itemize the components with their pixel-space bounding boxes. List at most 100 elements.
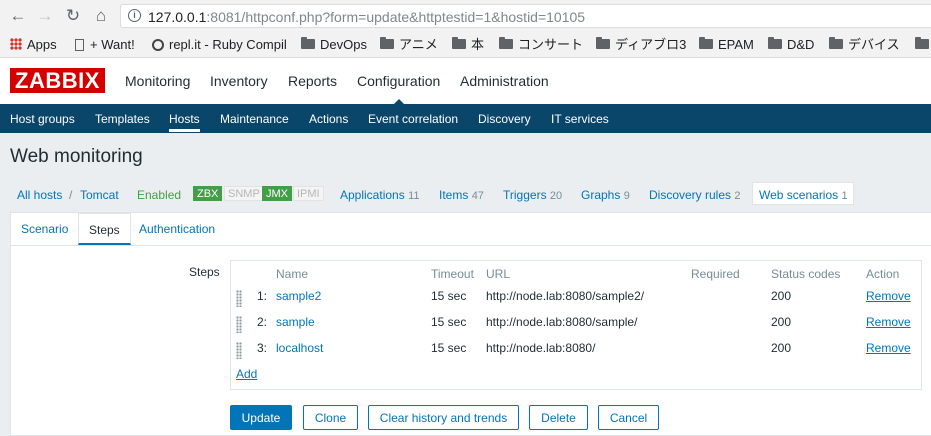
drag-handle-icon[interactable]: [236, 316, 242, 333]
bookmark-devices[interactable]: デバイス: [829, 36, 900, 53]
graphs-label[interactable]: Graphs: [581, 188, 620, 202]
items-count: 47: [471, 190, 484, 202]
triggers-link[interactable]: Triggers 20: [503, 188, 562, 202]
column-header-timeout: Timeout: [431, 267, 474, 281]
step-status-codes: 200: [771, 315, 792, 329]
bookmark-dnd[interactable]: D&D: [768, 36, 814, 53]
items-link[interactable]: Items 47: [439, 188, 484, 202]
remove-step-button[interactable]: Remove: [866, 315, 911, 329]
subnav-discovery[interactable]: Discovery: [478, 112, 531, 126]
host-navigation: All hosts / Tomcat Enabled ZBX SNMP JMX …: [0, 180, 931, 208]
column-header-name: Name: [276, 267, 309, 281]
delete-button[interactable]: Delete: [529, 405, 588, 430]
folder-icon: [499, 37, 513, 49]
site-info-icon[interactable]: i: [128, 9, 141, 22]
browser-toolbar: ← → ↻ ⌂ i 127.0.0.1:8081/httpconf.php?fo…: [0, 0, 931, 32]
step-name-link[interactable]: sample2: [276, 289, 321, 303]
discovery-rules-link[interactable]: Discovery rules 2: [649, 188, 741, 202]
bookmark-concert[interactable]: コンサート: [499, 36, 583, 53]
address-bar[interactable]: i 127.0.0.1:8081/httpconf.php?form=updat…: [120, 4, 931, 28]
all-hosts-link[interactable]: All hosts: [17, 188, 62, 202]
menu-monitoring[interactable]: Monitoring: [125, 73, 190, 89]
bookmark-diablo3[interactable]: ディアブロ3: [596, 36, 686, 53]
folder-icon: [452, 37, 466, 49]
folder-icon: [829, 37, 843, 49]
host-tomcat-link[interactable]: Tomcat: [80, 188, 119, 202]
reload-icon[interactable]: ↻: [63, 6, 83, 26]
host-status-enabled[interactable]: Enabled: [137, 188, 181, 202]
bookmark-overflow[interactable]: [915, 36, 931, 53]
menu-inventory[interactable]: Inventory: [210, 73, 268, 89]
subnav-actions[interactable]: Actions: [309, 112, 348, 126]
step-name-link[interactable]: sample: [276, 315, 315, 329]
web-scenarios-count: 1: [841, 190, 848, 202]
apps-grid-icon: [10, 38, 22, 50]
cancel-button[interactable]: Cancel: [598, 405, 659, 430]
remove-step-button[interactable]: Remove: [866, 289, 911, 303]
triggers-label[interactable]: Triggers: [503, 188, 547, 202]
page-icon: [75, 39, 84, 51]
subnav-it-services[interactable]: IT services: [551, 112, 609, 126]
tab-steps[interactable]: Steps: [78, 213, 131, 245]
folder-icon: [699, 37, 713, 49]
bookmark-books[interactable]: 本: [452, 36, 484, 53]
availability-snmp: SNMP: [224, 186, 264, 201]
web-scenarios-link[interactable]: Web scenarios 1: [759, 188, 848, 202]
graphs-link[interactable]: Graphs 9: [581, 188, 630, 202]
discovery-rules-count: 2: [734, 190, 741, 202]
triggers-count: 20: [549, 190, 563, 202]
discovery-rules-label[interactable]: Discovery rules: [649, 188, 731, 202]
bookmark-want[interactable]: + Want!: [75, 36, 135, 53]
step-name-link[interactable]: localhost: [276, 341, 323, 355]
items-label[interactable]: Items: [439, 188, 468, 202]
subnav-maintenance[interactable]: Maintenance: [220, 112, 289, 126]
address-url: 127.0.0.1:8081/httpconf.php?form=update&…: [148, 9, 586, 25]
subnav-templates[interactable]: Templates: [95, 112, 150, 126]
tab-authentication[interactable]: Authentication: [139, 222, 215, 236]
availability-zbx: ZBX: [193, 186, 223, 201]
applications-link[interactable]: Applications 11: [340, 188, 419, 202]
zabbix-logo[interactable]: ZABBIX: [10, 68, 105, 93]
column-header-required: Required: [691, 267, 740, 281]
sub-navigation: Host groups Templates Hosts Maintenance …: [0, 104, 931, 133]
menu-configuration[interactable]: Configuration: [357, 73, 440, 105]
menu-reports[interactable]: Reports: [288, 73, 337, 89]
menu-administration[interactable]: Administration: [460, 73, 549, 89]
column-header-url: URL: [486, 267, 511, 281]
clear-history-button[interactable]: Clear history and trends: [368, 405, 519, 430]
folder-icon: [596, 37, 610, 49]
forward-arrow-icon[interactable]: →: [35, 6, 55, 26]
page-title: Web monitoring: [10, 146, 143, 167]
folder-icon: [380, 37, 394, 49]
bookmark-replit[interactable]: repl.it - Ruby Compil: [152, 36, 287, 53]
clone-button[interactable]: Clone: [303, 405, 358, 430]
tab-scenario[interactable]: Scenario: [21, 222, 68, 236]
bookmark-anime[interactable]: アニメ: [380, 36, 438, 53]
step-status-codes: 200: [771, 341, 792, 355]
subnav-host-groups[interactable]: Host groups: [10, 112, 75, 126]
step-number: 1:: [257, 289, 268, 303]
step-url: http://node.lab:8080/: [486, 341, 596, 355]
steps-label: Steps: [189, 265, 220, 279]
folder-icon: [301, 37, 315, 49]
bookmark-devops[interactable]: DevOps: [301, 36, 367, 53]
subnav-event-correlation[interactable]: Event correlation: [368, 112, 458, 126]
form-tabs: Scenario Steps Authentication: [11, 213, 931, 246]
zabbix-header: ZABBIX Monitoring Inventory Reports Conf…: [0, 58, 931, 105]
drag-handle-icon[interactable]: [236, 342, 242, 359]
graphs-count: 9: [623, 190, 630, 202]
subnav-hosts[interactable]: Hosts: [169, 112, 200, 132]
replit-icon: [152, 39, 164, 51]
bookmark-apps[interactable]: Apps: [10, 36, 57, 53]
back-arrow-icon[interactable]: ←: [8, 6, 28, 26]
home-icon[interactable]: ⌂: [91, 6, 111, 26]
remove-step-button[interactable]: Remove: [866, 341, 911, 355]
applications-label[interactable]: Applications: [340, 188, 405, 202]
drag-handle-icon[interactable]: [236, 290, 242, 307]
update-button[interactable]: Update: [230, 405, 292, 430]
bookmark-epam[interactable]: EPAM: [699, 36, 754, 53]
availability-ipmi: IPMI: [293, 186, 324, 201]
add-step-link[interactable]: Add: [236, 367, 257, 381]
column-header-status-codes: Status codes: [771, 267, 841, 281]
web-scenarios-label[interactable]: Web scenarios: [759, 188, 838, 202]
